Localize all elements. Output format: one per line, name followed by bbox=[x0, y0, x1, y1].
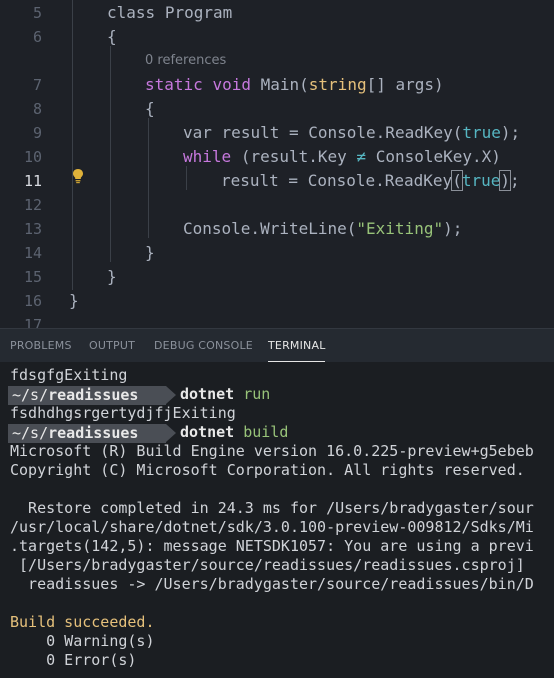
terminal-line: fdsgfgExiting bbox=[10, 366, 128, 384]
prompt-dir: readissues bbox=[48, 424, 139, 442]
terminal-line: readissues -> /Users/bradygaster/source/… bbox=[10, 575, 534, 593]
prompt-arrow bbox=[166, 386, 176, 404]
tab-problems[interactable]: PROBLEMS bbox=[10, 339, 72, 352]
code-token: { bbox=[145, 99, 155, 118]
code-line-16: } bbox=[69, 291, 79, 310]
line-number: 10 bbox=[23, 148, 42, 166]
code-line-11: result = Console.ReadKey(true); bbox=[221, 170, 520, 191]
errors-count: 0 Error(s) bbox=[10, 651, 137, 669]
code-token: } bbox=[145, 243, 155, 262]
line-number: 13 bbox=[23, 220, 42, 238]
code-token: Console.WriteLine( bbox=[183, 219, 357, 238]
code-token: { bbox=[107, 27, 117, 46]
line-number: 5 bbox=[32, 4, 42, 22]
indent-guide bbox=[186, 166, 187, 190]
terminal-line: [/Users/bradygaster/source/readissues/re… bbox=[10, 556, 525, 574]
prompt-dir: readissues bbox=[48, 386, 139, 404]
prompt-segment: ~/s/readissues bbox=[8, 424, 166, 443]
command-bin: dotnet bbox=[180, 385, 235, 403]
code-line-14: } bbox=[145, 243, 155, 262]
code-line-7: static void Main(string[] args) bbox=[145, 75, 444, 94]
command-arg: run bbox=[243, 385, 271, 403]
terminal-command: dotnet run bbox=[180, 385, 270, 403]
code-token: ConsoleKey.X) bbox=[375, 147, 501, 166]
line-number: 12 bbox=[23, 196, 42, 214]
line-number: 16 bbox=[23, 292, 42, 310]
code-token: ); bbox=[500, 123, 521, 142]
code-token: ≠ bbox=[356, 147, 367, 166]
code-token: ( bbox=[451, 170, 463, 191]
code-token: Main( bbox=[260, 75, 309, 94]
line-number: 14 bbox=[23, 244, 42, 262]
code-token: static bbox=[145, 75, 203, 94]
code-editor[interactable]: 5 6 7 8 9 10 11 12 13 14 15 16 17 class … bbox=[0, 0, 554, 328]
line-number: 8 bbox=[32, 100, 42, 118]
terminal-line: fsdhdhgsrgertydjfjExiting bbox=[10, 404, 236, 422]
panel-tab-bar: PROBLEMS OUTPUT DEBUG CONSOLE TERMINAL bbox=[0, 328, 554, 362]
warnings-count: 0 Warning(s) bbox=[10, 632, 155, 650]
line-number-active: 11 bbox=[23, 172, 42, 190]
prompt-path: ~/s/ bbox=[12, 424, 49, 442]
code-token: ) bbox=[499, 170, 511, 191]
terminal-line: /usr/local/share/dotnet/sdk/3.0.100-prev… bbox=[10, 518, 534, 536]
terminal-line: Microsoft (R) Build Engine version 16.0.… bbox=[10, 442, 534, 460]
terminal-command: dotnet build bbox=[180, 423, 288, 441]
code-line-10: while (result.Key ≠ ConsoleKey.X) bbox=[183, 147, 501, 166]
code-token: result = Console.ReadKey bbox=[221, 171, 453, 190]
code-token: } bbox=[69, 291, 79, 310]
code-token: (result.Key bbox=[240, 147, 347, 166]
terminal-line: Restore completed in 24.3 ms for /Users/… bbox=[10, 499, 534, 517]
line-number: 7 bbox=[32, 76, 42, 94]
code-token: true bbox=[462, 123, 501, 142]
indent-guide bbox=[72, 0, 73, 290]
line-number: 15 bbox=[23, 268, 42, 286]
tab-terminal[interactable]: TERMINAL bbox=[268, 339, 326, 352]
prompt-arrow bbox=[166, 424, 176, 442]
terminal-line: .targets(142,5): message NETSDK1057: You… bbox=[10, 537, 534, 555]
code-line-8: { bbox=[145, 99, 155, 118]
indent-guide bbox=[110, 46, 111, 262]
indent-guide bbox=[148, 118, 149, 238]
build-succeeded-text: Build succeeded. bbox=[10, 613, 155, 631]
code-token: "Exiting" bbox=[356, 219, 444, 238]
code-token: void bbox=[212, 75, 251, 94]
code-line-9: var result = Console.ReadKey(true); bbox=[183, 123, 520, 142]
tab-output[interactable]: OUTPUT bbox=[89, 339, 135, 352]
command-arg: build bbox=[243, 423, 289, 441]
tab-debug-console[interactable]: DEBUG CONSOLE bbox=[154, 339, 253, 352]
code-token: class bbox=[107, 3, 156, 22]
code-token: while bbox=[183, 147, 232, 166]
code-line-6: { bbox=[107, 27, 117, 46]
code-token: [] args) bbox=[366, 75, 444, 94]
code-line-15: } bbox=[107, 267, 117, 286]
code-token: ; bbox=[510, 171, 520, 190]
code-token: true bbox=[461, 171, 501, 190]
code-token: string bbox=[308, 75, 367, 94]
code-token: result = Console.ReadKey( bbox=[221, 123, 463, 142]
prompt-path: ~/s/ bbox=[12, 386, 49, 404]
lightbulb-icon[interactable] bbox=[72, 168, 84, 184]
terminal-line: Copyright (C) Microsoft Corporation. All… bbox=[10, 461, 525, 479]
codelens-references[interactable]: 0 references bbox=[145, 53, 226, 68]
line-number: 9 bbox=[32, 124, 42, 142]
code-line-5: class Program bbox=[107, 3, 232, 22]
code-token: Program bbox=[164, 3, 233, 22]
code-token: } bbox=[107, 267, 117, 286]
code-token: ); bbox=[443, 219, 463, 238]
code-line-13: Console.WriteLine("Exiting"); bbox=[183, 219, 462, 238]
command-bin: dotnet bbox=[180, 423, 235, 441]
prompt-segment: ~/s/readissues bbox=[8, 386, 166, 405]
terminal-panel[interactable]: fdsgfgExiting ~/s/readissues dotnet run … bbox=[0, 362, 554, 678]
line-number: 17 bbox=[23, 316, 42, 328]
line-number: 6 bbox=[32, 28, 42, 46]
code-token: var bbox=[183, 123, 212, 142]
